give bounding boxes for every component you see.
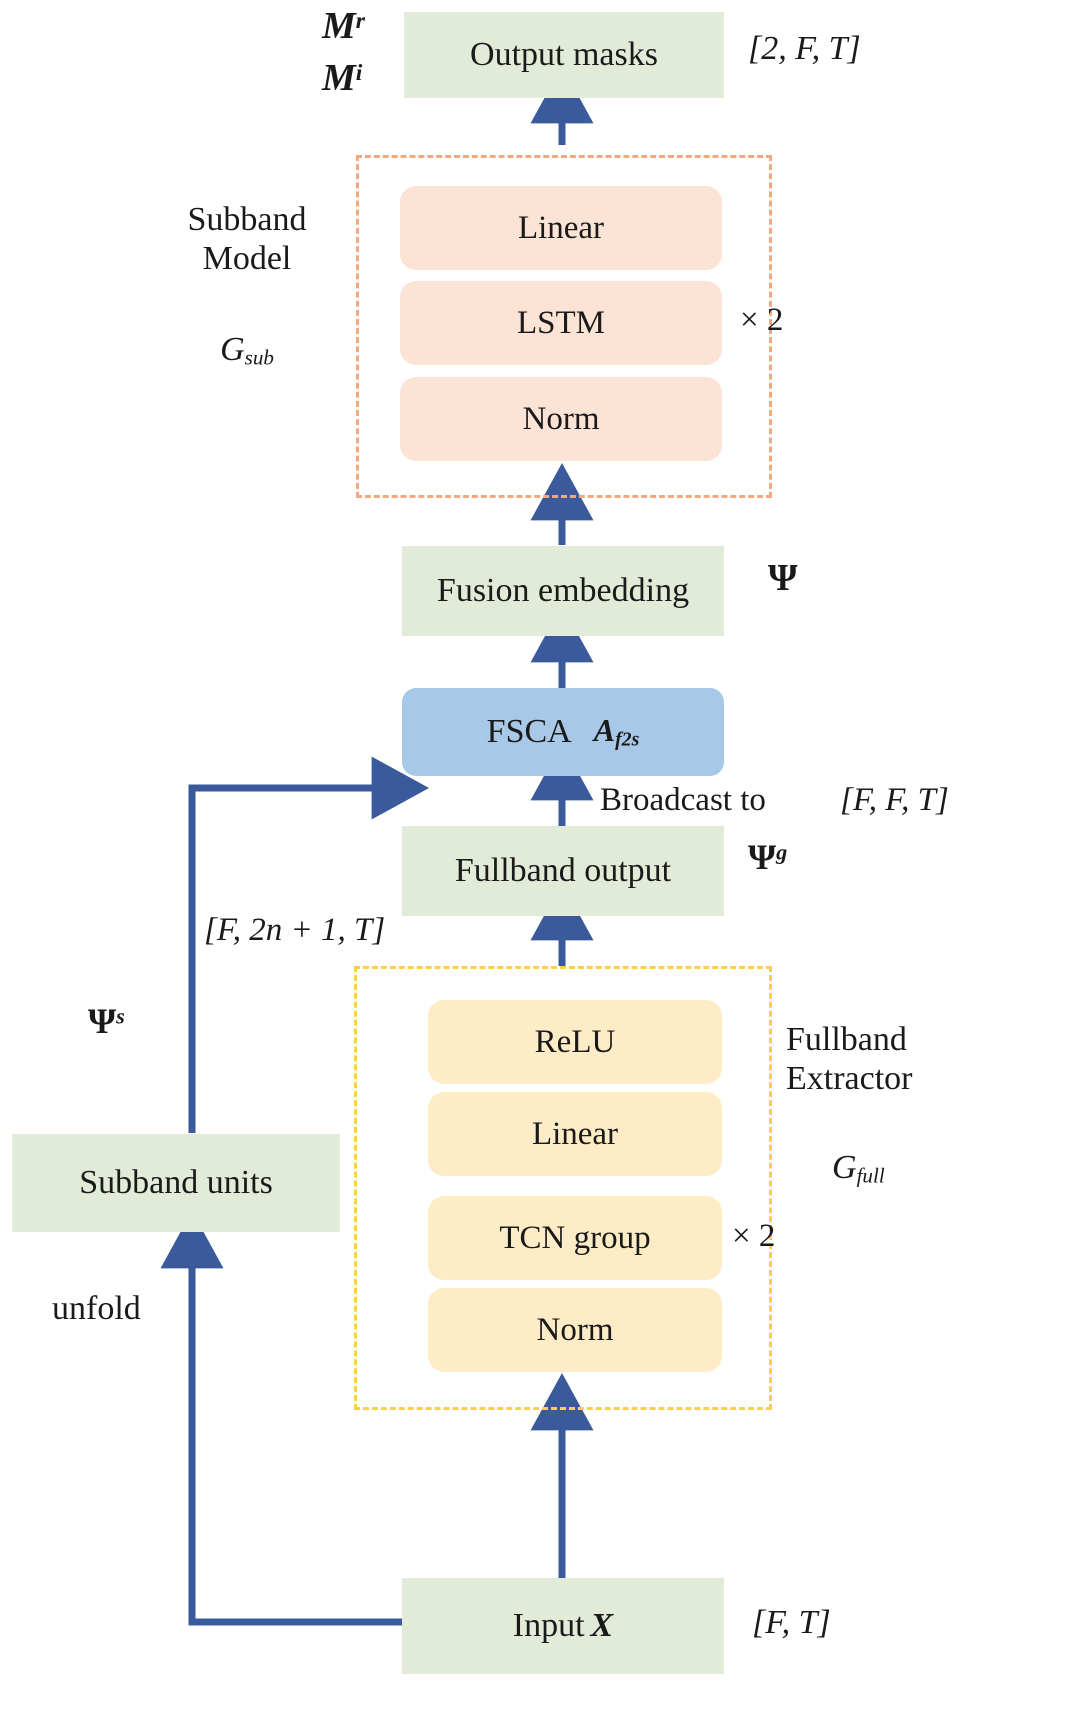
subband-model-symbol: Gsub bbox=[122, 330, 372, 370]
fullband-repeat-label: × 2 bbox=[732, 1218, 775, 1255]
fullband-extractor-symbol: Gfull bbox=[832, 1148, 1032, 1188]
psi-g-sup: g bbox=[776, 839, 788, 865]
output-masks-label: Output masks bbox=[470, 36, 658, 74]
fullband-tcn-label: TCN group bbox=[499, 1219, 651, 1256]
subband-model-symbol-base: G bbox=[220, 331, 245, 368]
fullband-norm-label: Norm bbox=[536, 1311, 614, 1348]
fullband-extractor-line1: Fullband bbox=[786, 1021, 907, 1058]
subband-units-label: Subband units bbox=[79, 1164, 273, 1202]
unfold-text: unfold bbox=[52, 1290, 141, 1327]
fullband-relu-box[interactable]: ReLU bbox=[428, 1000, 722, 1084]
output-masks-shape-text: [2, F, T] bbox=[748, 30, 861, 67]
fullband-output-label: Fullband output bbox=[454, 852, 672, 890]
subband-norm-label: Norm bbox=[522, 400, 600, 437]
output-masks-box[interactable]: Output masks bbox=[404, 12, 724, 98]
psi-g-base: Ψ bbox=[748, 837, 777, 877]
mask-real-base: M bbox=[322, 5, 356, 47]
subband-repeat-label: × 2 bbox=[740, 302, 783, 339]
subband-linear-box[interactable]: Linear bbox=[400, 186, 722, 270]
mask-imag-sup: i bbox=[355, 60, 363, 87]
subband-linear-label: Linear bbox=[517, 209, 605, 246]
diagram-canvas: Output masks Mr Mi [2, F, T] Linear LSTM… bbox=[0, 0, 1072, 1712]
psi-s-sup: s bbox=[116, 1003, 125, 1029]
mask-imag-base: M bbox=[322, 57, 356, 99]
fullband-tcn-box[interactable]: TCN group bbox=[428, 1196, 722, 1280]
subband-units-shape: [F, 2n + 1, T] bbox=[204, 912, 385, 949]
input-shape: [F, T] bbox=[752, 1604, 831, 1642]
fullband-output-box[interactable]: Fullband output bbox=[402, 826, 724, 916]
fsca-attention-symbol: Af2s bbox=[593, 711, 640, 751]
fusion-embedding-box[interactable]: Fusion embedding bbox=[402, 546, 724, 636]
psi-g-symbol: Ψg bbox=[748, 836, 787, 878]
fsca-attn-base: A bbox=[593, 711, 616, 748]
fsca-label: FSCA bbox=[486, 713, 572, 751]
input-box[interactable]: Input X bbox=[402, 1578, 724, 1674]
fullband-symbol-sub: full bbox=[856, 1163, 885, 1188]
input-label: Input bbox=[512, 1607, 585, 1645]
broadcast-shape-text: [F, F, T] bbox=[840, 782, 949, 818]
fullband-linear-label: Linear bbox=[531, 1115, 619, 1152]
mask-real-symbol: Mr bbox=[322, 4, 365, 48]
subband-lstm-label: LSTM bbox=[516, 304, 605, 341]
unfold-label: unfold bbox=[52, 1290, 141, 1328]
fusion-embedding-label: Fusion embedding bbox=[436, 572, 690, 610]
fullband-extractor-group-label: Fullband Extractor bbox=[786, 1020, 1036, 1098]
subband-units-shape-text: [F, 2n + 1, T] bbox=[204, 912, 386, 948]
fullband-relu-label: ReLU bbox=[534, 1023, 616, 1060]
subband-model-group-label: Subband Model bbox=[122, 200, 372, 278]
psi-symbol: Ψ bbox=[768, 556, 798, 600]
psi-s-base: Ψ bbox=[88, 1001, 117, 1041]
subband-lstm-box[interactable]: LSTM bbox=[400, 281, 722, 365]
subband-units-box[interactable]: Subband units bbox=[12, 1134, 340, 1232]
subband-model-line2: Model bbox=[202, 240, 292, 278]
subband-norm-box[interactable]: Norm bbox=[400, 377, 722, 461]
mask-real-sup: r bbox=[355, 8, 365, 35]
broadcast-label: Broadcast to bbox=[600, 782, 766, 819]
fsca-box[interactable]: FSCA Af2s bbox=[402, 688, 724, 776]
fsca-attn-sub: f2s bbox=[615, 728, 640, 751]
fullband-symbol-base: G bbox=[832, 1149, 857, 1186]
mask-imag-symbol: Mi bbox=[322, 56, 362, 100]
fullband-repeat-text: × 2 bbox=[732, 1218, 776, 1254]
subband-model-symbol-sub: sub bbox=[244, 345, 274, 370]
fullband-extractor-line2: Extractor bbox=[786, 1060, 913, 1098]
output-masks-shape: [2, F, T] bbox=[748, 30, 861, 68]
psi-text: Ψ bbox=[768, 557, 798, 599]
broadcast-text: Broadcast to bbox=[600, 782, 766, 818]
subband-repeat-text: × 2 bbox=[740, 302, 784, 338]
input-symbol: X bbox=[590, 1607, 614, 1645]
psi-s-symbol: Ψs bbox=[88, 1000, 125, 1042]
broadcast-shape: [F, F, T] bbox=[840, 782, 949, 819]
fullband-linear-box[interactable]: Linear bbox=[428, 1092, 722, 1176]
subband-model-line1: Subband bbox=[187, 201, 307, 238]
input-shape-text: [F, T] bbox=[752, 1604, 831, 1641]
fullband-norm-box[interactable]: Norm bbox=[428, 1288, 722, 1372]
